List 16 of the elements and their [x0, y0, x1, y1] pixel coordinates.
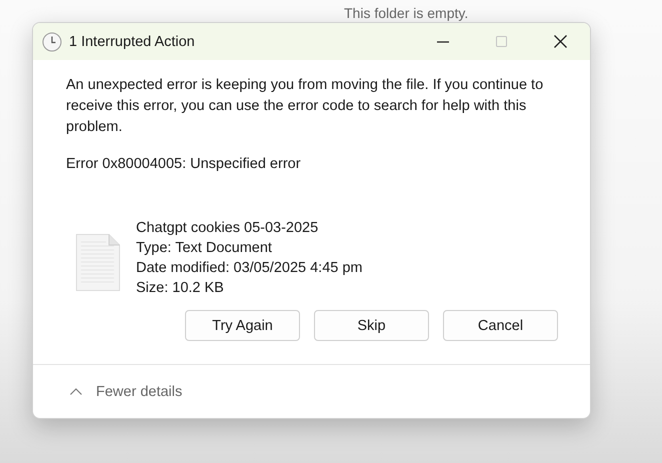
- empty-folder-text: This folder is empty.: [344, 5, 468, 21]
- chevron-icon: [70, 388, 82, 395]
- error-message: An unexpected error is keeping you from moving the file. If you continue to receive this error, you can use the error code to search for help with this problem.: [66, 76, 544, 137]
- file-type: Type: Text Document: [136, 239, 273, 258]
- cancel-button[interactable]: Cancel: [443, 310, 558, 341]
- clock-icon: [42, 32, 62, 52]
- file-name: Chatgpt cookies 05-03-2025: [136, 219, 320, 238]
- window-title: 1 Interrupted Action: [69, 34, 195, 50]
- close-icon[interactable]: [554, 35, 567, 48]
- retry-button[interactable]: Try Again: [185, 310, 300, 341]
- file-date-modified: Date modified: 03/05/2025 4:45 pm: [136, 259, 363, 278]
- file-size: Size: 10.2 KB: [136, 279, 225, 298]
- skip-button[interactable]: Skip: [314, 310, 429, 341]
- details-toggle[interactable]: Fewer details: [70, 384, 182, 400]
- text-document-icon: [76, 234, 120, 290]
- error-code: Error 0x80004005: Unspecified error: [66, 156, 302, 172]
